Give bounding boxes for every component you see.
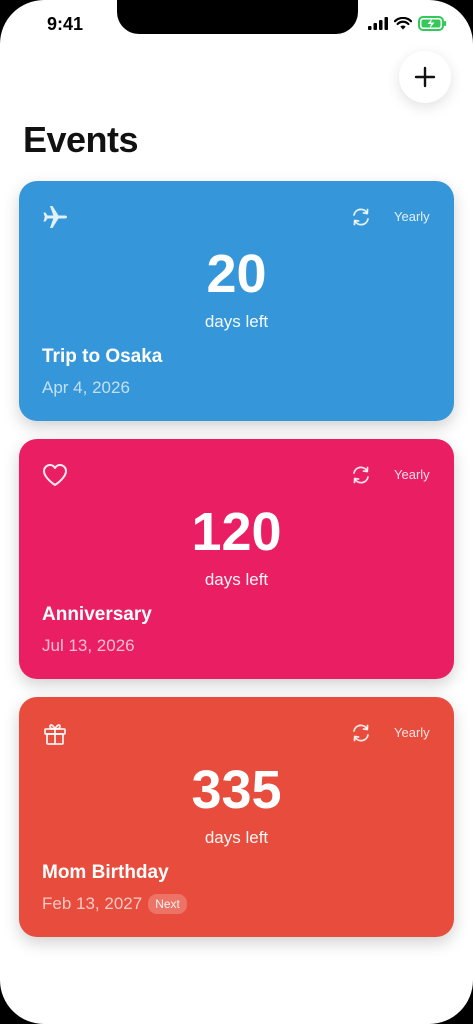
airplane-icon (43, 206, 67, 228)
repeat-icon (353, 724, 369, 742)
event-card-mom-birthday[interactable]: Yearly 335 days left Mom Birthday Feb 13… (19, 697, 454, 937)
event-date-text: Feb 13, 2027 (42, 894, 143, 913)
event-date-text: Jul 13, 2026 (42, 636, 135, 655)
repeat-label: Yearly (394, 725, 430, 740)
days-left-label: days left (204, 828, 269, 847)
days-count: 20 (206, 244, 267, 304)
event-card-trip-to-osaka[interactable]: Yearly 20 days left Trip to Osaka Apr 4,… (19, 181, 454, 421)
event-date: Jul 13, 2026 (42, 636, 135, 656)
days-count: 120 (191, 502, 282, 562)
event-name: Mom Birthday (42, 862, 169, 883)
days-left-label: days left (204, 312, 269, 331)
event-name: Anniversary (42, 604, 152, 625)
repeat-label: Yearly (394, 209, 430, 224)
repeat-icon (353, 466, 369, 484)
repeat-icon (353, 208, 369, 226)
page-title: Events (23, 119, 139, 160)
add-event-button[interactable] (399, 51, 451, 103)
home-indicator-area (0, 990, 473, 1024)
event-name: Trip to Osaka (42, 346, 163, 367)
event-date-text: Apr 4, 2026 (42, 378, 130, 397)
days-count: 335 (191, 760, 282, 820)
status-time: 9:41 (47, 14, 84, 34)
event-card-anniversary[interactable]: Yearly 120 days left Anniversary Jul 13,… (19, 439, 454, 679)
plus-icon (414, 66, 436, 88)
battery-charging-icon (418, 16, 447, 31)
wifi-icon (394, 17, 412, 30)
event-date: Apr 4, 2026 (42, 378, 130, 398)
next-badge: Next (148, 894, 187, 914)
heart-icon (43, 464, 67, 486)
app-screen: 9:41 Events Yearly 20 days left Trip to … (0, 0, 473, 1024)
days-left-label: days left (204, 570, 269, 589)
signal-icon (368, 17, 388, 30)
status-bar: 9:41 (0, 0, 473, 50)
status-icons (368, 16, 447, 31)
event-date: Feb 13, 2027 Next (42, 894, 187, 914)
repeat-label: Yearly (394, 467, 430, 482)
gift-icon (44, 724, 66, 745)
